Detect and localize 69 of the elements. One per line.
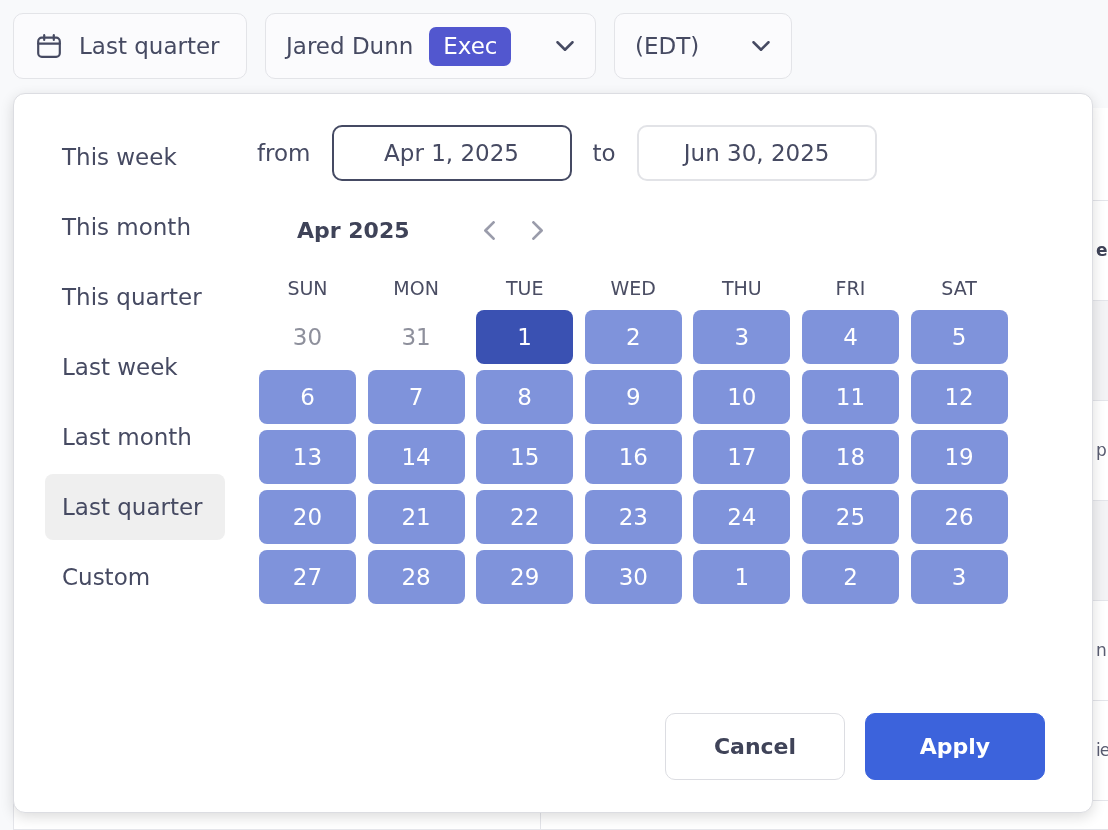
weekday-label: TUE bbox=[505, 276, 544, 301]
weekday-label: WED bbox=[610, 276, 656, 301]
range-label: to bbox=[592, 138, 616, 168]
date-range-button[interactable]: Last quarter bbox=[13, 13, 247, 79]
day-cell[interactable]: 18 bbox=[801, 430, 899, 484]
apply-button[interactable]: Apply bbox=[865, 713, 1045, 780]
table-cell: p bbox=[1094, 401, 1108, 501]
preset-item[interactable]: Last quarter bbox=[45, 474, 225, 540]
day-cell[interactable]: 29 bbox=[476, 550, 574, 604]
day-cell[interactable]: 30 bbox=[259, 310, 356, 364]
day-cell[interactable]: 21 bbox=[367, 490, 465, 544]
day-cell[interactable]: 8 bbox=[476, 370, 574, 424]
weekday-label: SAT bbox=[941, 276, 977, 301]
day-cell[interactable]: 27 bbox=[259, 550, 356, 604]
day-cell[interactable]: 16 bbox=[584, 430, 682, 484]
day-cell[interactable]: 26 bbox=[910, 490, 1008, 544]
preset-item[interactable]: This week bbox=[45, 124, 225, 190]
day-cell[interactable]: 24 bbox=[693, 490, 791, 544]
date-input-field[interactable]: Apr 1, 2025 bbox=[331, 125, 572, 181]
day-cell[interactable]: 19 bbox=[910, 430, 1008, 484]
day-cell[interactable]: 3 bbox=[693, 310, 791, 364]
day-cell[interactable]: 20 bbox=[259, 490, 356, 544]
day-cell[interactable]: 6 bbox=[259, 370, 356, 424]
chevron-down-icon bbox=[556, 41, 574, 51]
day-cell[interactable]: 1 bbox=[476, 310, 574, 364]
chevron-left-icon bbox=[484, 220, 495, 240]
day-cell[interactable]: 7 bbox=[367, 370, 465, 424]
day-cell[interactable]: 9 bbox=[584, 370, 682, 424]
day-cell[interactable]: 4 bbox=[801, 310, 899, 364]
date-input-field[interactable]: Jun 30, 2025 bbox=[636, 125, 877, 181]
day-cell[interactable]: 23 bbox=[584, 490, 682, 544]
table-cell: ie bbox=[1094, 701, 1108, 801]
day-cell[interactable]: 1 bbox=[693, 550, 791, 604]
day-cell[interactable]: 30 bbox=[584, 550, 682, 604]
user-select[interactable]: Jared Dunn Exec bbox=[265, 13, 596, 79]
preset-item[interactable]: Last month bbox=[45, 404, 225, 470]
role-badge: Exec bbox=[429, 26, 512, 66]
day-cell[interactable]: 13 bbox=[259, 430, 356, 484]
preset-item[interactable]: This quarter bbox=[45, 264, 225, 330]
day-cell[interactable]: 2 bbox=[584, 310, 682, 364]
day-cell[interactable]: 22 bbox=[476, 490, 574, 544]
weekday-label: THU bbox=[721, 276, 762, 301]
day-cell[interactable]: 31 bbox=[367, 310, 465, 364]
day-cell[interactable]: 12 bbox=[910, 370, 1008, 424]
calendar-icon bbox=[37, 34, 61, 58]
day-cell[interactable]: 17 bbox=[693, 430, 791, 484]
chevron-down-icon bbox=[752, 41, 770, 51]
cancel-button[interactable]: Cancel bbox=[665, 713, 845, 780]
month-title: Apr 2025 bbox=[297, 216, 410, 245]
day-cell[interactable]: 25 bbox=[801, 490, 899, 544]
day-cell[interactable]: 28 bbox=[367, 550, 465, 604]
weekday-label: MON bbox=[393, 276, 439, 301]
day-cell[interactable]: 5 bbox=[910, 310, 1008, 364]
day-cell[interactable]: 10 bbox=[693, 370, 791, 424]
timezone-select[interactable]: (EDT) bbox=[614, 13, 792, 79]
preset-item[interactable]: Custom bbox=[45, 544, 225, 610]
preset-item[interactable]: Last week bbox=[45, 334, 225, 400]
chevron-right-icon bbox=[532, 220, 543, 240]
day-cell[interactable]: 15 bbox=[476, 430, 574, 484]
table-cell: n bbox=[1094, 601, 1108, 701]
range-label: from bbox=[257, 138, 311, 168]
weekday-label: SUN bbox=[287, 276, 328, 301]
column-header: e bbox=[1094, 201, 1108, 301]
day-cell[interactable]: 3 bbox=[910, 550, 1008, 604]
day-cell[interactable]: 2 bbox=[801, 550, 899, 604]
day-cell[interactable]: 14 bbox=[367, 430, 465, 484]
day-cell[interactable]: 11 bbox=[801, 370, 899, 424]
preset-item[interactable]: This month bbox=[45, 194, 225, 260]
weekday-label: FRI bbox=[835, 276, 866, 301]
